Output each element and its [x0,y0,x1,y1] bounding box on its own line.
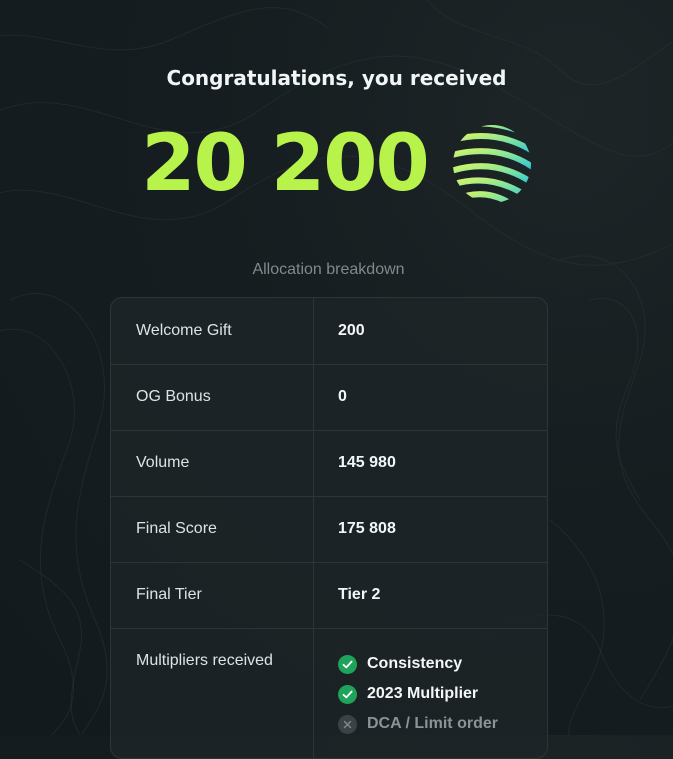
multipliers-row: Multipliers received Consistency 2023 Mu… [111,628,547,758]
close-icon [338,714,357,734]
multipliers-list: Consistency 2023 Multiplier DCA / Limit … [338,652,498,742]
row-value: Tier 2 [338,586,381,603]
reward-amount: 20 200 [141,119,430,209]
multiplier-name: 2023 Multiplier [367,685,479,702]
reward-amount-row: 20 200 [0,118,673,210]
row-value: 200 [338,322,365,339]
multiplier-name: DCA / Limit order [367,715,498,732]
list-item: 2023 Multiplier [338,682,498,706]
row-value: 145 980 [338,454,396,471]
list-item: DCA / Limit order [338,712,498,736]
table-row: OG Bonus 0 [111,364,547,431]
check-icon [338,684,357,704]
row-value: 175 808 [338,520,396,537]
table-row: Final Score 175 808 [111,496,547,563]
row-label: Multipliers received [136,652,273,669]
congratulations-title: Congratulations, you received [166,66,507,90]
row-label: Final Score [136,520,217,537]
row-label: Volume [136,454,190,471]
table-row: Welcome Gift 200 [111,298,547,365]
allocation-breakdown-table: Welcome Gift 200 OG Bonus 0 Volume 145 9… [110,297,548,759]
striped-sphere-icon [452,125,531,203]
row-label: Welcome Gift [136,322,232,339]
table-row: Final Tier Tier 2 [111,562,547,629]
multiplier-name: Consistency [367,655,463,672]
row-value: 0 [338,388,347,405]
row-label: OG Bonus [136,388,211,405]
list-item: Consistency [338,652,498,676]
check-icon [338,654,357,674]
table-row: Volume 145 980 [111,430,547,497]
row-label: Final Tier [136,586,202,603]
allocation-breakdown-heading: Allocation breakdown [252,261,405,278]
